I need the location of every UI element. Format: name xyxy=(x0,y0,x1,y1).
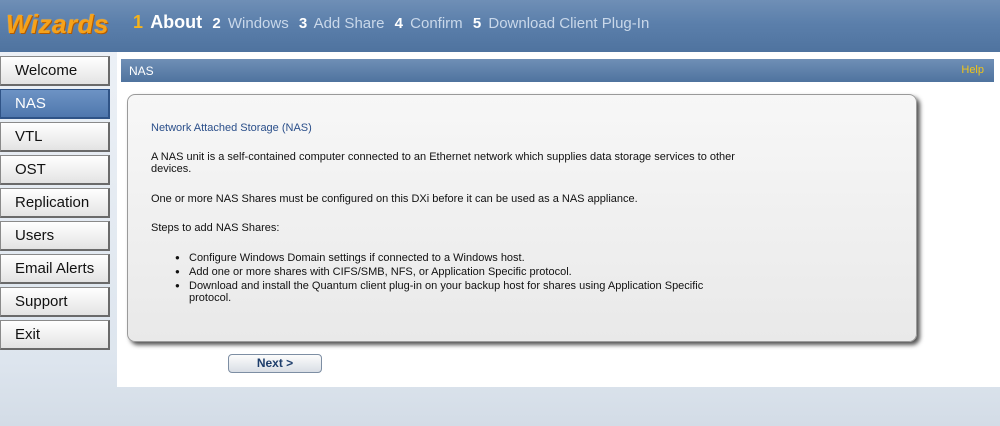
step-label: Add Share xyxy=(313,15,385,32)
step-label: Download Client Plug-In xyxy=(488,15,650,32)
sidebar-item-exit[interactable]: Exit xyxy=(0,320,110,350)
step-label: About xyxy=(150,12,203,32)
list-item: Configure Windows Domain settings if con… xyxy=(175,252,735,264)
list-item: Add one or more shares with CIFS/SMB, NF… xyxy=(175,266,735,278)
steps-list: Configure Windows Domain settings if con… xyxy=(175,252,735,306)
step-number: 1 xyxy=(133,12,144,32)
panel-heading: Network Attached Storage (NAS) xyxy=(151,122,312,134)
step-add-share[interactable]: 3 Add Share xyxy=(299,15,385,32)
step-download-client-plug-in[interactable]: 5 Download Client Plug-In xyxy=(473,15,649,32)
sidebar-item-ost[interactable]: OST xyxy=(0,155,110,185)
step-label: Windows xyxy=(227,15,289,32)
nas-description: A NAS unit is a self-contained computer … xyxy=(151,151,735,175)
help-link[interactable]: Help xyxy=(961,64,984,76)
step-windows[interactable]: 2 Windows xyxy=(212,15,288,32)
sidebar-item-replication[interactable]: Replication xyxy=(0,188,110,218)
step-number: 2 xyxy=(212,15,221,32)
step-about[interactable]: 1 About xyxy=(133,12,202,33)
step-confirm[interactable]: 4 Confirm xyxy=(395,15,463,32)
section-title-bar: NAS Help xyxy=(121,59,994,82)
sidebar-item-users[interactable]: Users xyxy=(0,221,110,251)
step-number: 4 xyxy=(394,15,403,32)
step-number: 5 xyxy=(472,15,482,32)
steps-intro: Steps to add NAS Shares: xyxy=(151,222,280,234)
list-item: Download and install the Quantum client … xyxy=(175,280,735,304)
sidebar-item-support[interactable]: Support xyxy=(0,287,110,317)
wizard-sidebar: Welcome NAS VTL OST Replication Users Em… xyxy=(0,52,112,350)
sidebar-item-email-alerts[interactable]: Email Alerts xyxy=(0,254,110,284)
wizard-header: Wizards 1 About 2 Windows 3 Add Share 4 … xyxy=(0,0,1000,52)
sidebar-item-welcome[interactable]: Welcome xyxy=(0,56,110,86)
info-panel: Network Attached Storage (NAS) A NAS uni… xyxy=(127,94,917,342)
wizards-logo: Wizards xyxy=(6,9,109,39)
step-number: 3 xyxy=(298,15,308,32)
next-button[interactable]: Next > xyxy=(228,354,322,373)
wizard-steps: 1 About 2 Windows 3 Add Share 4 Confirm … xyxy=(133,12,655,33)
sidebar-item-nas[interactable]: NAS xyxy=(0,89,110,119)
sidebar-item-vtl[interactable]: VTL xyxy=(0,122,110,152)
main-content: NAS Help Network Attached Storage (NAS) … xyxy=(117,52,1000,387)
page-title: NAS xyxy=(129,64,154,78)
step-label: Confirm xyxy=(410,15,463,32)
nas-requirement: One or more NAS Shares must be configure… xyxy=(151,193,638,205)
app-frame: Wizards 1 About 2 Windows 3 Add Share 4 … xyxy=(0,0,1000,426)
